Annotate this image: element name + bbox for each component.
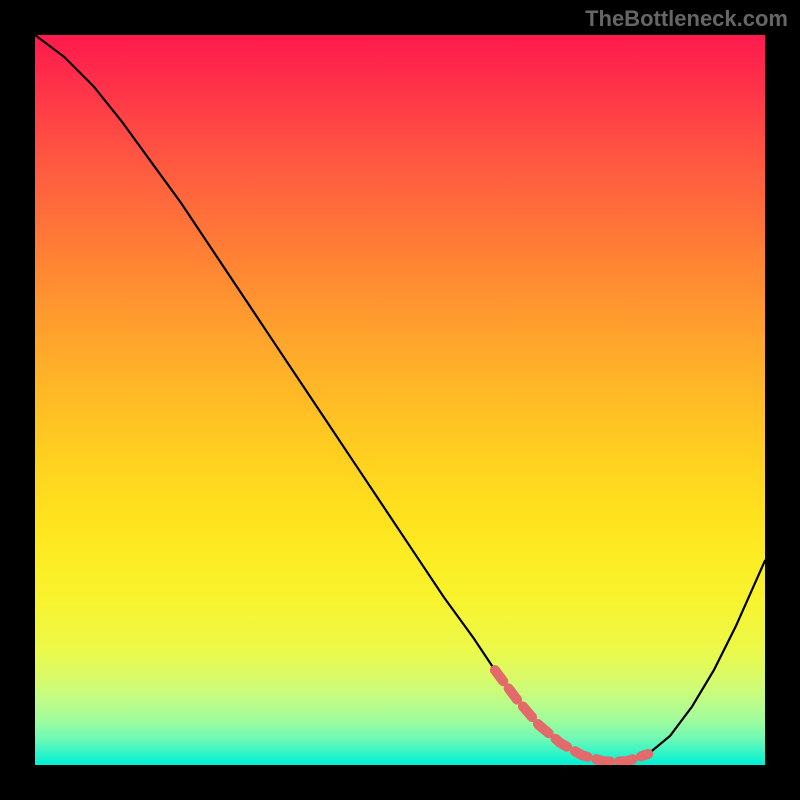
chart-svg xyxy=(35,35,765,765)
highlight-curve xyxy=(495,670,648,761)
main-curve xyxy=(35,35,765,761)
chart-plot-area xyxy=(35,35,765,765)
watermark-text: TheBottleneck.com xyxy=(585,6,788,32)
